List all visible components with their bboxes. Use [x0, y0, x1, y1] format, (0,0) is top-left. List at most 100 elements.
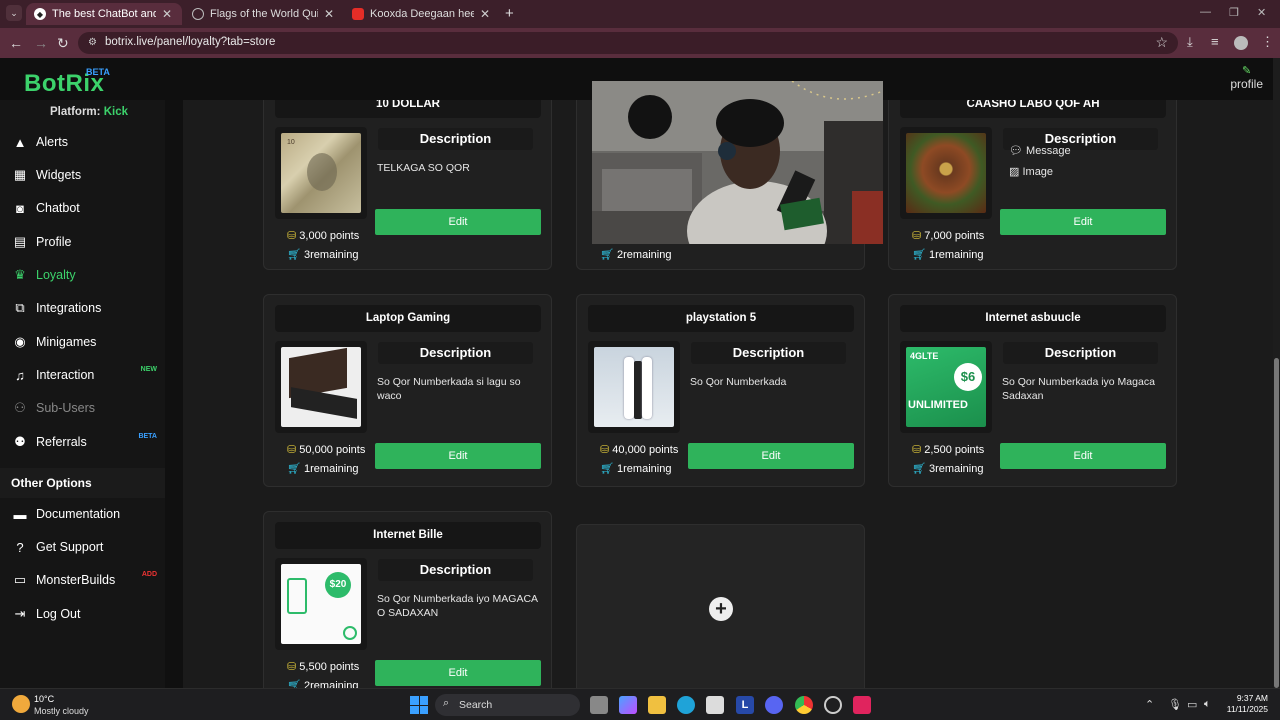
back-icon[interactable]: ← [9, 35, 23, 51]
edit-button[interactable]: Edit [1000, 209, 1166, 235]
forward-icon[interactable]: → [34, 35, 48, 51]
system-clock[interactable]: 9:37 AM 11/11/2025 [1227, 693, 1268, 715]
reward-image-frame: 4GLTE $6 UNLIMITED [900, 341, 992, 433]
points-text: 7,000 points [924, 230, 985, 242]
reward-cost: ⛁ 5,500 points [287, 660, 359, 673]
sidebar-item-profile[interactable]: ▤ Profile [0, 227, 165, 257]
sidebar-item-get-support[interactable]: ? Get Support [0, 532, 165, 562]
sidebar-item-widgets[interactable]: ▦ Widgets [0, 160, 165, 190]
sidebar-item-label: Documentation [36, 507, 121, 521]
add-reward-card[interactable]: + [576, 524, 865, 688]
profile-label: profile [1230, 77, 1263, 91]
copilot-icon[interactable] [619, 696, 637, 714]
tab-search-icon[interactable]: ⌄ [6, 5, 22, 21]
store-card: CAASHO LABO QOF AH Description 💬︎ Messag… [888, 100, 1177, 270]
sidebar-item-label: Referrals [36, 435, 87, 449]
edit-button[interactable]: Edit [375, 660, 541, 686]
task-view-icon[interactable] [590, 696, 608, 714]
tab-title: Kooxda Deegaan heesta kacdoo [370, 8, 474, 20]
sidebar-item-log-out[interactable]: ⇥ Log Out [0, 599, 165, 629]
page-scrollbar[interactable] [1273, 58, 1280, 688]
edit-button[interactable]: Edit [375, 443, 541, 469]
discord-icon[interactable] [765, 696, 783, 714]
internet-monthly-image: $20 [281, 564, 361, 644]
sidebar-item-chatbot[interactable]: ◙ Chatbot [0, 193, 165, 223]
webcam-video-overlay[interactable] [592, 81, 883, 244]
url-bar[interactable]: ⚙ botrix.live/panel/loyalty?tab=store ☆ [78, 32, 1178, 54]
sidebar-item-label: Minigames [36, 335, 97, 349]
sidebar-item-referrals[interactable]: ⚉ Referrals BETA [0, 427, 165, 457]
sidebar-item-monsterbuilds[interactable]: ▭ MonsterBuilds ADD [0, 565, 165, 595]
search-label: Search [459, 699, 493, 711]
cart-icon: 🛒︎ [912, 463, 926, 475]
description-header: Description [691, 342, 846, 364]
tiktok-icon[interactable] [853, 696, 871, 714]
sidebar-item-interaction[interactable]: ♫ Interaction NEW [0, 360, 165, 390]
file-explorer-icon[interactable] [648, 696, 666, 714]
chrome-icon[interactable] [795, 696, 813, 714]
close-window-icon[interactable]: ✕ [1257, 6, 1266, 19]
bookmark-star-icon[interactable]: ☆ [1155, 34, 1168, 51]
edit-button[interactable]: Edit [688, 443, 854, 469]
warning-icon: ▲ [13, 134, 27, 150]
close-tab-icon[interactable]: ✕ [324, 7, 334, 21]
sidebar-item-sub-users[interactable]: ⚇ Sub-Users [0, 393, 165, 423]
edit-button[interactable]: Edit [375, 209, 541, 235]
site-info-icon[interactable]: ⚙ [88, 37, 100, 49]
profile-avatar-icon[interactable] [1234, 36, 1248, 50]
reading-list-icon[interactable]: ≡ [1211, 34, 1219, 49]
points-text: 50,000 points [299, 444, 366, 456]
edit-button[interactable]: Edit [1000, 443, 1166, 469]
tab-flags-quiz[interactable]: Flags of the World Quiz - World ✕ [184, 3, 344, 25]
requirement-label: Image [1022, 166, 1054, 178]
sidebar-item-alerts[interactable]: ▲ Alerts [0, 127, 165, 157]
reward-name: 10 DOLLAR [275, 100, 541, 118]
download-icon[interactable]: ⤓ [1187, 34, 1193, 50]
l-app-icon[interactable]: L [736, 696, 754, 714]
taskbar-search[interactable]: ⌕ Search [435, 694, 580, 716]
requirement-label: Message [1026, 145, 1071, 157]
reward-name: CAASHO LABO QOF AH [900, 100, 1166, 118]
referrals-icon: ⚉ [14, 434, 26, 449]
points-text: 5,500 points [299, 661, 360, 673]
sidebar-item-documentation[interactable]: ▬ Documentation [0, 499, 165, 529]
reward-cost: ⛁ 2,500 points [912, 443, 984, 456]
sidebar-item-label: Alerts [36, 135, 68, 149]
minimize-icon[interactable]: — [1200, 6, 1211, 18]
weather-widget[interactable]: 10°C Mostly cloudy [12, 694, 102, 718]
store-card: Internet asbuucle 4GLTE $6 UNLIMITED Des… [888, 294, 1177, 487]
reload-icon[interactable]: ↻ [57, 35, 69, 52]
sidebar-item-integrations[interactable]: ⧉ Integrations [0, 293, 165, 323]
edge-icon[interactable] [677, 696, 695, 714]
reward-cost: ⛁ 50,000 points [287, 443, 365, 456]
volume-icon[interactable]: 🔈︎ [1204, 698, 1211, 711]
new-tab-button[interactable]: + [505, 5, 514, 22]
profile-button[interactable]: ✎ profile [1230, 64, 1263, 91]
reward-description: TELKAGA SO QOR [377, 162, 470, 174]
coins-icon: ⛁ [287, 230, 297, 242]
url-text[interactable]: botrix.live/panel/loyalty?tab=store [105, 36, 275, 48]
scrollbar-thumb[interactable] [1274, 358, 1279, 688]
trophy-icon: ♛ [14, 267, 26, 282]
microphone-icon[interactable]: 🎙︎ [1168, 698, 1182, 711]
ten-dollar-bill-image: 10 [281, 133, 361, 213]
obs-icon[interactable] [824, 696, 842, 714]
close-tab-icon[interactable]: ✕ [480, 7, 490, 21]
store-card: 10 DOLLAR 10 Description TELKAGA SO QOR … [263, 100, 552, 270]
robot-icon: ◙ [16, 200, 24, 216]
store-icon[interactable] [706, 696, 724, 714]
cart-icon: 🛒︎ [287, 249, 301, 261]
cart-icon: 🛒︎ [600, 249, 614, 261]
tab-youtube[interactable]: Kooxda Deegaan heesta kacdoo ✕ [344, 3, 500, 25]
sidebar-item-loyalty[interactable]: ♛ Loyalty [0, 260, 165, 290]
close-tab-icon[interactable]: ✕ [162, 7, 172, 21]
tray-chevron-icon[interactable]: ⌃ [1145, 698, 1154, 711]
restore-icon[interactable]: ❐ [1229, 6, 1239, 19]
network-icon[interactable]: ▭ [1187, 698, 1197, 711]
menu-dots-icon[interactable]: ⋮ [1261, 34, 1274, 50]
coins-icon: ⛁ [912, 230, 922, 242]
sidebar-item-minigames[interactable]: ◉ Minigames [0, 327, 165, 357]
windows-start-icon[interactable] [410, 696, 428, 714]
tab-botrix[interactable]: ◆ The best ChatBot and Widgets ✕ [26, 3, 182, 25]
plus-circle-icon[interactable]: + [709, 597, 733, 621]
